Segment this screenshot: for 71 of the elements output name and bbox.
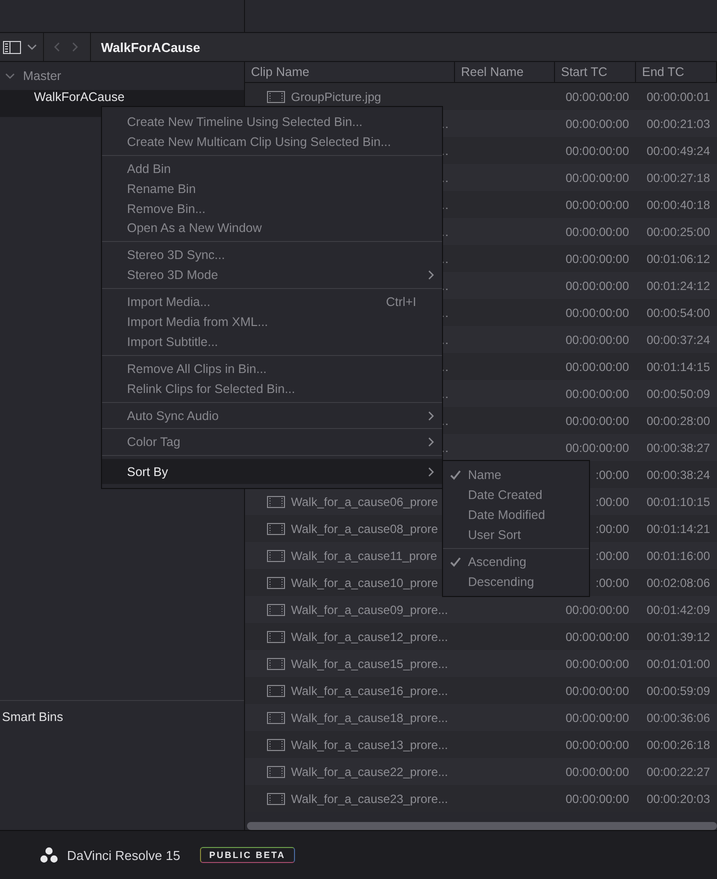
table-cell: Walk_for_a_cause12_prore... (291, 630, 448, 644)
smart-bins-label: Smart Bins (1, 709, 64, 726)
table-cell: 00:01:39:12 (646, 630, 710, 644)
table-cell: 00:00:00:00 (566, 386, 629, 400)
table-cell: 00:01:10:15 (646, 494, 710, 508)
table-cell: 00:00:38:27 (646, 440, 710, 454)
table-cell: Walk_for_a_cause10_prore (291, 576, 438, 590)
table-cell: 00:00:27:18 (646, 170, 710, 184)
table-cell: 00:00:00:00 (566, 278, 629, 292)
table-cell: 00:00:00:00 (566, 764, 629, 778)
table-cell: :00:00 (596, 576, 629, 590)
table-cell: 00:00:49:24 (646, 144, 710, 158)
table-cell: Walk_for_a_cause11_prore (291, 548, 438, 562)
table-cell: 00:00:00:00 (566, 414, 629, 428)
table-cell: 00:00:00:00 (566, 306, 629, 320)
table-cell: 00:00:00:00 (566, 116, 629, 130)
beta-badge: PUBLIC BETA (200, 847, 295, 863)
table-cell: 00:00:00:00 (566, 224, 629, 238)
table-cell: 00:00:00:00 (566, 602, 629, 616)
table-cell: 00:00:00:00 (566, 170, 629, 184)
table-cell: 00:00:00:00 (566, 198, 629, 212)
table-cell: 00:00:38:24 (646, 468, 710, 482)
table-cell: 00:00:00:00 (566, 332, 629, 346)
table-cell: 00:00:00:00 (566, 738, 629, 752)
table-cell: 00:01:42:09 (646, 602, 710, 616)
table-cell: Walk_for_a_cause18_prore... (291, 710, 448, 724)
table-cell: 00:01:16:00 (646, 548, 710, 562)
table-cell: 00:00:00:00 (566, 684, 629, 698)
table-cell: 00:00:26:18 (646, 738, 710, 752)
table-cell: 00:00:00:00 (566, 252, 629, 266)
table-cell: :00:00 (596, 494, 629, 508)
table-cell: GroupPicture.jpg (291, 90, 382, 104)
table-cell: 00:00:37:24 (646, 332, 710, 346)
table-cell: 00:01:06:12 (646, 252, 710, 266)
table-cell: Walk_for_a_cause09_prore... (291, 602, 448, 616)
table-cell: 00:00:36:06 (646, 710, 710, 724)
bin-title: WalkForACause (101, 40, 200, 54)
table-cell: 00:00:21:03 (646, 116, 710, 130)
table-cell: 00:00:00:00 (566, 144, 629, 158)
table-cell: 00:01:24:12 (646, 278, 710, 292)
table-cell: 00:00:00:00 (566, 630, 629, 644)
table-cell: 00:00:54:00 (646, 306, 710, 320)
table-cell: 00:00:40:18 (646, 198, 710, 212)
table-cell: Walk_for_a_cause22_prore... (291, 764, 448, 778)
table-cell: 00:00:50:09 (646, 386, 710, 400)
table-cell: 00:00:25:00 (646, 224, 710, 238)
table-cell: Walk_for_a_cause15_prore... (291, 656, 448, 670)
table-cell: 00:01:14:15 (646, 360, 710, 374)
table-cell: :00:00 (596, 548, 629, 562)
table-cell: 00:00:00:00 (566, 360, 629, 374)
table-cell: 00:00:28:00 (646, 414, 710, 428)
table-cell: :00:00 (596, 468, 629, 482)
table-cell: 00:00:00:01 (646, 90, 710, 104)
table-cell: Walk_for_a_cause06_prore (291, 494, 438, 508)
table-cell: 00:00:00:00 (566, 90, 629, 104)
app-name: DaVinci Resolve 15 (67, 848, 180, 862)
table-cell: 00:00:00:00 (566, 440, 629, 454)
table-cell: 00:00:59:09 (646, 684, 710, 698)
table-cell: 00:01:01:00 (646, 656, 710, 670)
table-cell: Walk_for_a_cause13_prore... (291, 738, 448, 752)
table-cell: 00:00:20:03 (646, 792, 710, 806)
table-cell: Walk_for_a_cause08_prore (291, 522, 438, 536)
table-cell: 00:02:08:06 (646, 576, 710, 590)
table-cell: 00:00:22:27 (646, 764, 710, 778)
table-cell: 00:00:00:00 (566, 656, 629, 670)
table-cell: Walk_for_a_cause16_prore... (291, 684, 448, 698)
table-cell: Walk_for_a_cause23_prore... (291, 792, 448, 806)
table-cell: :00:00 (596, 522, 629, 536)
table-cell: 00:00:00:00 (566, 792, 629, 806)
table-cell: 00:00:00:00 (566, 710, 629, 724)
table-cell: 00:01:14:21 (646, 522, 710, 536)
